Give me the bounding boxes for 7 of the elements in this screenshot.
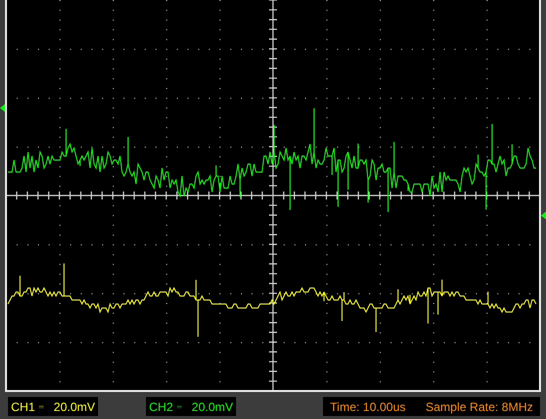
sample-rate: Sample Rate: 8MHz xyxy=(424,400,534,414)
channel-label: CH2 xyxy=(149,400,174,414)
volts-per-division: 20.0mV xyxy=(192,400,233,414)
time-per-division: Time: 10.00us xyxy=(329,400,407,414)
volts-per-division: 20.0mV xyxy=(54,400,95,414)
channel-marker-icon[interactable] xyxy=(0,104,5,112)
channel-label: CH1 xyxy=(11,400,36,414)
